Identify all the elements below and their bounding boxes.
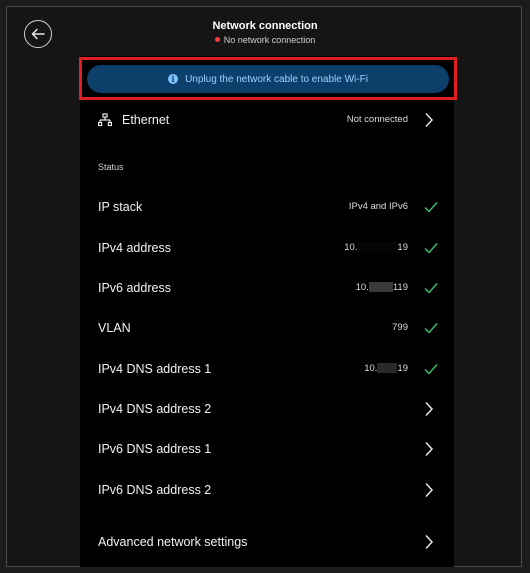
row-label: IPv6 DNS address 1 [98, 442, 212, 456]
ethernet-label: Ethernet [122, 113, 170, 127]
chevron-right-icon [425, 482, 434, 498]
value-prefix: 10. [355, 282, 369, 293]
value-suffix: 19 [397, 363, 408, 374]
check-icon [424, 202, 438, 213]
value-suffix: 119 [392, 282, 408, 293]
row-value: 10. 19 [344, 228, 408, 268]
ipv6-address-row: IPv6 address 10. 119 [80, 268, 454, 308]
row-value: 10. 119 [356, 268, 408, 308]
check-icon [424, 283, 438, 294]
ip-stack-row: IP stack IPv4 and IPv6 [80, 187, 454, 227]
chevron-right-icon [425, 534, 434, 550]
row-label: IP stack [98, 200, 143, 214]
row-label: IPv4 DNS address 1 [98, 362, 212, 376]
row-value: 799 [392, 322, 408, 333]
status-dot-icon [214, 37, 220, 43]
ipv4-dns-1-row: IPv4 DNS address 1 10. 19 [80, 349, 454, 389]
ipv4-dns-2-row[interactable]: IPv4 DNS address 2 [80, 389, 454, 429]
ethernet-icon [98, 113, 112, 127]
row-label: IPv4 address [98, 241, 171, 255]
connection-status-text: No network connection [223, 35, 316, 45]
ipv4-address-row: IPv4 address 10. 19 [80, 228, 454, 268]
row-label: Advanced network settings [98, 535, 248, 549]
row-label: IPv6 address [98, 281, 171, 295]
chevron-right-icon [425, 401, 434, 417]
value-suffix: 19 [397, 242, 408, 253]
chevron-right-icon [425, 112, 434, 128]
ethernet-row[interactable]: Ethernet Not connected [80, 100, 454, 140]
row-label: VLAN [98, 321, 131, 335]
check-icon [424, 364, 438, 375]
ipv6-dns-2-row[interactable]: IPv6 DNS address 2 [80, 470, 454, 510]
redaction-mask [368, 282, 393, 293]
check-icon [424, 323, 438, 334]
row-value: 10. 19 [364, 349, 408, 389]
row-label: IPv4 DNS address 2 [98, 402, 212, 416]
vlan-row: VLAN 799 [80, 308, 454, 348]
row-value: IPv4 and IPv6 [348, 201, 408, 212]
ipv6-dns-1-row[interactable]: IPv6 DNS address 1 [80, 429, 454, 469]
redaction-mask [377, 363, 398, 374]
chevron-right-icon [425, 441, 434, 457]
advanced-network-settings-row[interactable]: Advanced network settings [80, 522, 454, 562]
connection-status: No network connection [0, 35, 530, 45]
row-label: IPv6 DNS address 2 [98, 483, 212, 497]
status-heading: Status [98, 162, 124, 172]
highlight-annotation [79, 57, 457, 100]
redaction-mask [357, 242, 398, 253]
check-icon [424, 243, 438, 254]
value-prefix: 10. [364, 363, 378, 374]
ethernet-value: Not connected [346, 114, 408, 125]
page-title: Network connection [212, 20, 318, 32]
value-prefix: 10. [344, 242, 358, 253]
